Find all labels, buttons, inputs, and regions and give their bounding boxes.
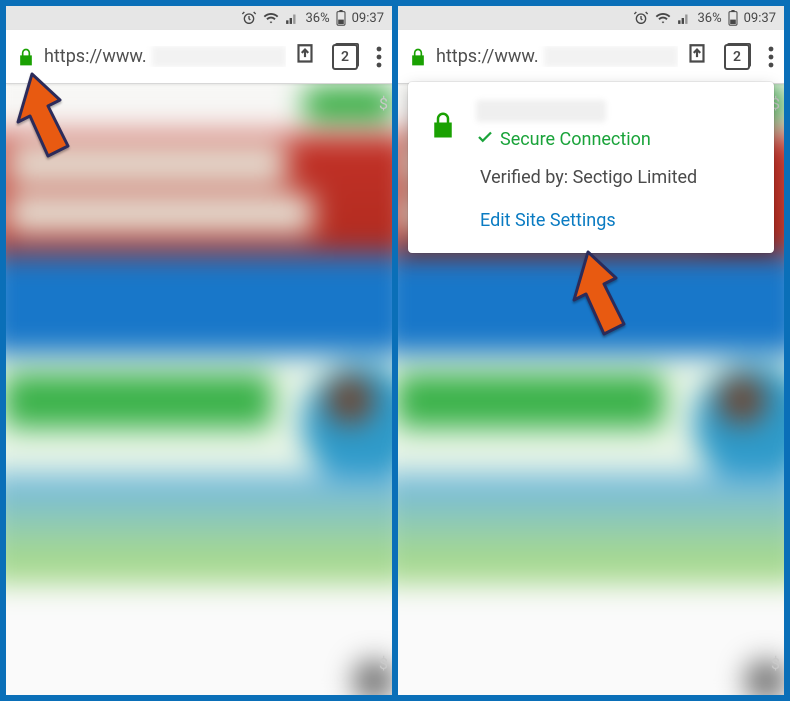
battery-percent: 36% [697,11,721,26]
verified-by-label: Verified by: Sectigo Limited [480,167,754,188]
status-bar: 36% 09:37 [6,6,392,30]
url-redacted [544,46,678,67]
lock-icon[interactable] [16,46,36,68]
url-text[interactable]: https://www. [44,46,286,67]
clock-time: 09:37 [744,11,776,26]
pointer-arrow-to-lock [6,66,92,170]
blurred-website-background [6,84,392,695]
menu-dots-icon[interactable] [764,46,778,68]
pointer-arrow-to-edit-site-settings [558,244,648,348]
site-host-redacted [476,100,606,122]
wifi-icon [655,10,671,26]
page-content-blurred [6,84,392,695]
menu-dots-icon[interactable] [372,46,386,68]
phone-screenshot-right: 36% 09:37 https://www. 2 [398,6,784,695]
share-icon[interactable] [292,42,318,72]
status-bar: 36% 09:37 [398,6,784,30]
edit-site-settings-link[interactable]: Edit Site Settings [480,210,754,231]
address-bar-actions: 2 [684,42,778,72]
signal-icon [285,11,299,25]
alarm-icon [633,10,649,26]
wifi-icon [263,10,279,26]
battery-icon [728,10,738,26]
check-icon [476,128,494,151]
tutorial-frame: 36% 09:37 https://www. 2 [0,0,790,701]
tab-count-icon[interactable]: 2 [332,44,358,70]
watermark-dollar: $ [771,654,780,673]
watermark-dollar: $ [379,94,388,113]
url-text[interactable]: https://www. [436,46,678,67]
phone-screenshot-left: 36% 09:37 https://www. 2 [6,6,392,695]
signal-icon [677,11,691,25]
address-bar-actions: 2 [292,42,386,72]
url-redacted [152,46,286,67]
battery-icon [336,10,346,26]
url-prefix: https://www. [44,46,147,67]
tab-count: 2 [341,49,349,65]
battery-percent: 36% [305,11,329,26]
tab-count-icon[interactable]: 2 [724,44,750,70]
alarm-icon [241,10,257,26]
tab-count: 2 [733,49,741,65]
site-info-popup: Secure Connection Verified by: Sectigo L… [408,82,774,253]
watermark-dollar: $ [379,654,388,673]
secure-connection-text: Secure Connection [500,129,651,150]
browser-address-bar: https://www. 2 [398,30,784,84]
secure-connection-label: Secure Connection [476,128,651,151]
clock-time: 09:37 [352,11,384,26]
lock-icon [428,108,458,146]
url-prefix: https://www. [436,46,539,67]
share-icon[interactable] [684,42,710,72]
lock-icon[interactable] [408,46,428,68]
